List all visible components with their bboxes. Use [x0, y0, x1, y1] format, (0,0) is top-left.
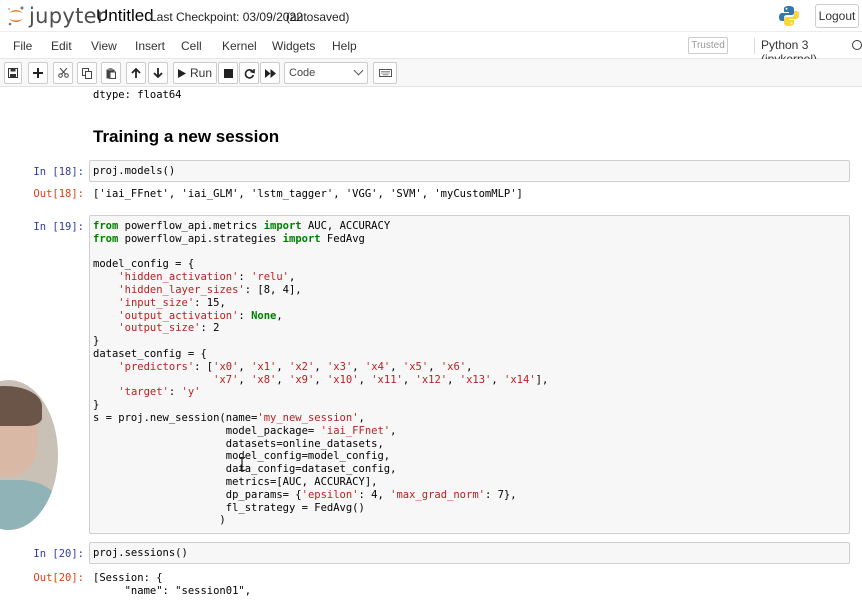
menu-insert[interactable]: Insert — [135, 39, 165, 53]
kernel-name[interactable]: Python 3 (ipykernel) — [754, 38, 862, 66]
code-line: fl_strategy = FedAvg() — [93, 501, 365, 514]
menu-help[interactable]: Help — [332, 39, 357, 53]
cell-type-select[interactable]: Code — [284, 62, 368, 84]
code-line: 'output_activation': None, — [118, 309, 283, 322]
previous-output: dtype: float64 — [93, 89, 182, 101]
code-cell-input[interactable]: from powerflow_api.metrics import AUC, A… — [89, 215, 850, 534]
play-icon — [177, 68, 186, 78]
code-line: metrics=[AUC, ACCURACY], — [93, 475, 378, 488]
copy-button[interactable] — [77, 62, 97, 84]
paste-icon — [106, 67, 116, 79]
toolbar: Run Code — [0, 59, 862, 87]
arrow-down-icon — [153, 67, 163, 79]
restart-icon — [244, 68, 255, 79]
markdown-heading: Training a new session — [93, 127, 280, 146]
output-prompt: Out[20]: — [33, 572, 84, 584]
restart-run-all-button[interactable] — [260, 62, 280, 84]
cut-button[interactable] — [53, 62, 73, 84]
save-icon — [8, 68, 18, 78]
cell-code: from powerflow_api.metrics import AUC, A… — [90, 216, 849, 527]
trusted-indicator[interactable]: Trusted — [688, 37, 728, 54]
stop-icon — [223, 68, 233, 78]
plus-icon — [33, 68, 43, 78]
cell-output-line: "name": "session01", — [93, 585, 252, 597]
input-prompt: In [18]: — [33, 166, 84, 178]
run-label: Run — [189, 66, 212, 80]
save-button[interactable] — [4, 62, 22, 84]
code-line: model_config = { — [93, 258, 195, 271]
restart-button[interactable] — [239, 62, 259, 84]
webcam-hair — [0, 386, 42, 426]
insert-cell-button[interactable] — [28, 62, 48, 84]
code-line: 'x7', 'x8', 'x9', 'x10', 'x11', 'x12', '… — [213, 373, 549, 386]
interrupt-button[interactable] — [218, 62, 238, 84]
cell-output-line: [Session: { — [93, 572, 163, 584]
cell-code: proj.sessions() — [93, 547, 188, 559]
kernel-status-icon — [852, 40, 862, 50]
run-button[interactable]: Run — [173, 62, 217, 84]
keyboard-icon — [378, 69, 392, 77]
cell-type-value: Code — [289, 67, 316, 79]
menu-widgets[interactable]: Widgets — [272, 39, 315, 53]
code-line: dp_params= {'epsilon': 4, 'max_grad_norm… — [93, 488, 517, 501]
scissors-icon — [57, 68, 69, 78]
code-line: datasets=online_datasets, — [93, 437, 384, 450]
code-line: 'output_size': 2 — [118, 322, 220, 335]
notebook-area[interactable]: dtype: float64 Training a new session In… — [0, 88, 862, 600]
code-line: ) — [93, 514, 226, 527]
code-line: 'predictors': ['x0', 'x1', 'x2', 'x3', '… — [118, 360, 473, 373]
code-line: 'hidden_activation': 'relu', — [118, 271, 296, 284]
menu-kernel[interactable]: Kernel — [222, 39, 257, 53]
menu-file[interactable]: File — [13, 39, 32, 53]
menu-cell[interactable]: Cell — [181, 39, 202, 53]
autosave-status: (autosaved) — [286, 10, 350, 24]
code-line: 'hidden_layer_sizes': [8, 4], — [118, 283, 302, 296]
text-cursor-icon — [239, 457, 245, 471]
chevron-down-icon — [353, 65, 364, 76]
fast-forward-icon — [264, 68, 276, 78]
cell-output: ['iai_FFnet', 'iai_GLM', 'lstm_tagger', … — [93, 188, 523, 200]
code-line: model_package= 'iai_FFnet', — [93, 424, 397, 437]
code-line: from powerflow_api.metrics import AUC, A… — [93, 220, 391, 232]
move-down-button[interactable] — [148, 62, 168, 84]
input-prompt: In [19]: — [33, 221, 84, 233]
code-cell-input[interactable]: proj.sessions() — [89, 542, 850, 564]
code-cell-input[interactable]: proj.models() — [89, 160, 850, 182]
cell-code: proj.models() — [93, 165, 176, 177]
last-checkpoint: Last Checkpoint: 03/09/2022 — [150, 10, 303, 24]
arrow-up-icon — [131, 67, 141, 79]
notebook-header: jupyter Untitled Last Checkpoint: 03/09/… — [0, 0, 862, 32]
code-line: } — [93, 335, 100, 348]
menu-view[interactable]: View — [91, 39, 117, 53]
menu-edit[interactable]: Edit — [51, 39, 72, 53]
input-prompt: In [20]: — [33, 548, 84, 560]
webcam-shirt — [0, 480, 58, 530]
code-line: dataset_config = { — [93, 347, 207, 360]
paste-button[interactable] — [101, 62, 121, 84]
jupyter-logo[interactable]: jupyter — [6, 5, 106, 27]
menu-bar: File Edit View Insert Cell Kernel Widget… — [0, 32, 862, 66]
logout-button[interactable]: Logout — [815, 4, 859, 28]
output-prompt: Out[18]: — [33, 188, 84, 200]
copy-icon — [82, 67, 92, 79]
code-line: 'input_size': 15, — [118, 296, 226, 309]
jupyter-wordmark: jupyter — [29, 4, 106, 28]
code-line: } — [93, 399, 100, 412]
command-palette-button[interactable] — [373, 62, 397, 84]
code-line: from powerflow_api.strategies import Fed… — [93, 232, 365, 245]
code-line: s = proj.new_session(name='my_new_sessio… — [93, 411, 365, 424]
notebook-title[interactable]: Untitled — [96, 6, 154, 26]
python-logo-icon — [778, 5, 800, 27]
code-line: 'target': 'y' — [118, 386, 201, 399]
move-up-button[interactable] — [126, 62, 146, 84]
jupyter-logo-icon — [6, 5, 26, 27]
